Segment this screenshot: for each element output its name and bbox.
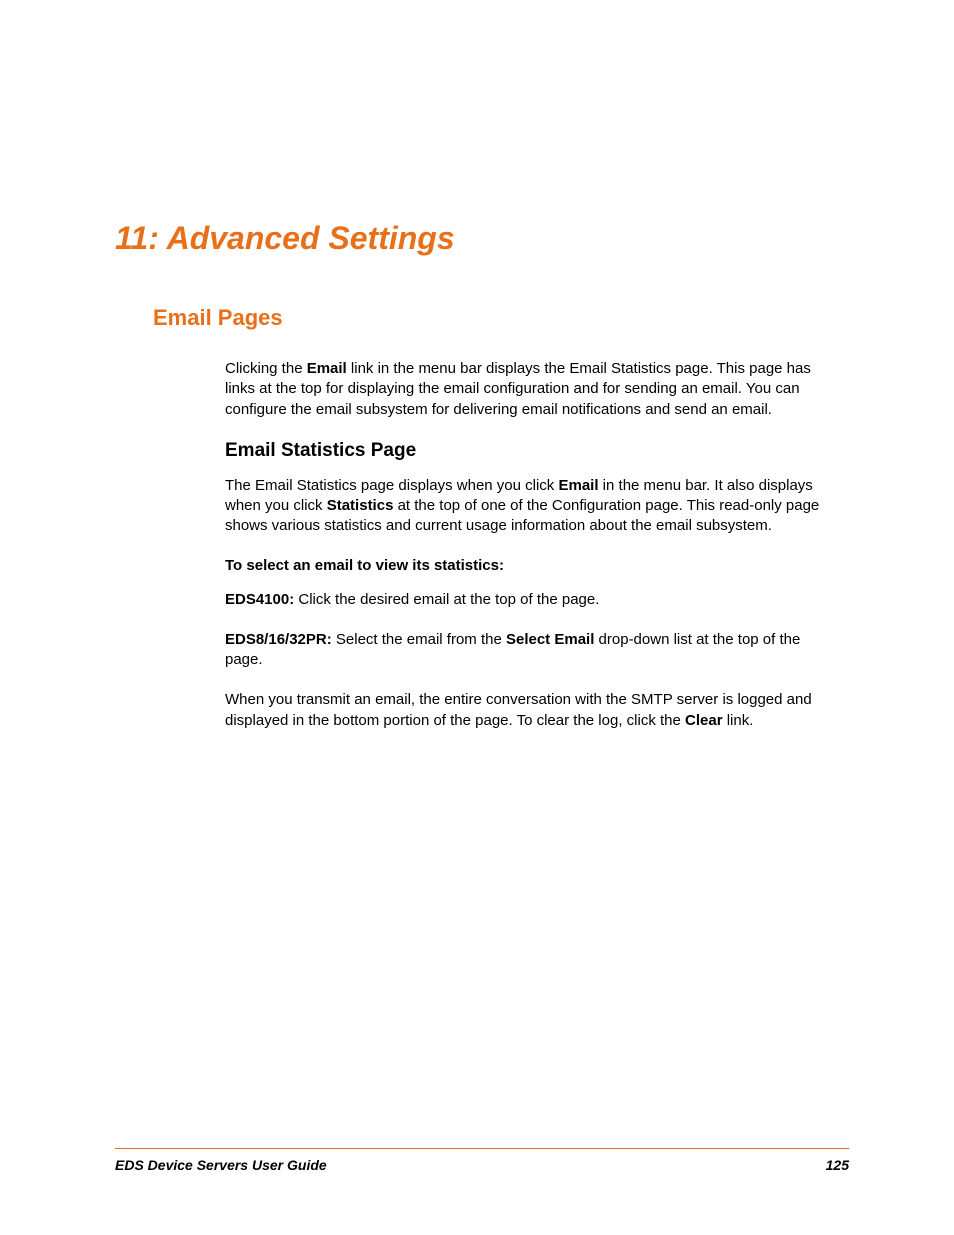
eds4100-line: EDS4100: Click the desired email at the …	[225, 590, 839, 610]
eds81632-line: EDS8/16/32PR: Select the email from the …	[225, 630, 839, 671]
transmit-bold-clear: Clear	[685, 712, 723, 729]
footer-rule	[115, 1148, 849, 1149]
instruction-line: To select an email to view its statistic…	[225, 557, 839, 574]
chapter-title: 11: Advanced Settings	[115, 220, 849, 257]
eds81632-label: EDS8/16/32PR:	[225, 631, 332, 648]
intro-paragraph: Clicking the Email link in the menu bar …	[225, 359, 839, 420]
footer-row: EDS Device Servers User Guide 125	[115, 1157, 849, 1173]
subsection-email-statistics-heading: Email Statistics Page	[225, 440, 849, 462]
eds4100-label: EDS4100:	[225, 591, 294, 608]
eds81632-bold-select: Select Email	[506, 631, 594, 648]
intro-bold-email: Email	[307, 360, 347, 377]
transmit-paragraph: When you transmit an email, the entire c…	[225, 690, 839, 731]
chapter-title-text: Advanced Settings	[167, 220, 455, 256]
page-number: 125	[826, 1157, 849, 1173]
eds81632-text-1: Select the email from the	[332, 631, 506, 648]
stats-text-1: The Email Statistics page displays when …	[225, 477, 558, 494]
stats-paragraph-1: The Email Statistics page displays when …	[225, 476, 839, 537]
intro-text-1: Clicking the	[225, 360, 307, 377]
stats-bold-statistics: Statistics	[327, 497, 394, 514]
page-content: 11: Advanced Settings Email Pages Clicki…	[0, 0, 954, 731]
stats-bold-email: Email	[558, 477, 598, 494]
chapter-number: 11:	[115, 220, 159, 256]
section-email-pages-heading: Email Pages	[153, 305, 849, 331]
eds4100-text: Click the desired email at the top of th…	[294, 591, 599, 608]
page-footer: EDS Device Servers User Guide 125	[115, 1148, 849, 1173]
transmit-text-2: link.	[723, 712, 754, 729]
footer-title: EDS Device Servers User Guide	[115, 1157, 327, 1173]
